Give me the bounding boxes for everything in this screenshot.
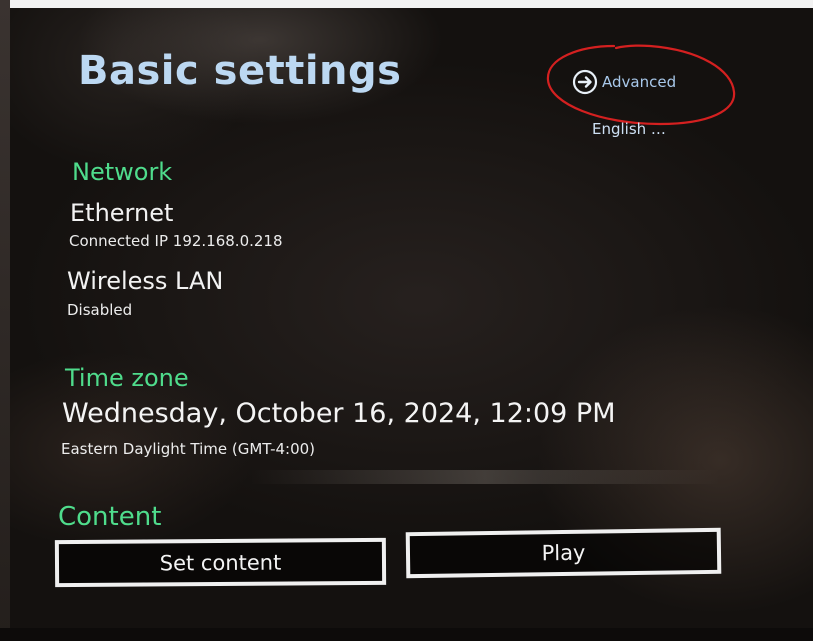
time-zone-name: Eastern Daylight Time (GMT-4:00) [61,440,316,458]
photo-frame-bottom [0,628,813,641]
set-content-button[interactable]: Set content [54,537,387,588]
network-section-heading: Network [72,158,173,186]
screen-glare [250,470,720,484]
photo-frame-left [0,0,10,641]
settings-screen: Basic settings Advanced English … Networ… [0,0,813,641]
page-title: Basic settings [78,48,402,94]
ethernet-status: Connected IP 192.168.0.218 [69,232,283,250]
advanced-label: Advanced [602,73,677,91]
play-button[interactable]: Play [405,527,722,579]
advanced-link[interactable]: Advanced [571,68,676,96]
time-zone-section-heading: Time zone [65,364,189,392]
arrow-right-circle-icon [572,69,598,95]
photo-frame-top [0,0,813,8]
ethernet-label: Ethernet [70,199,174,227]
current-datetime: Wednesday, October 16, 2024, 12:09 PM [62,398,616,429]
wireless-lan-status: Disabled [67,301,133,319]
language-selector[interactable]: English … [592,120,666,138]
content-section-heading: Content [58,502,162,532]
wireless-lan-label: Wireless LAN [67,267,224,295]
